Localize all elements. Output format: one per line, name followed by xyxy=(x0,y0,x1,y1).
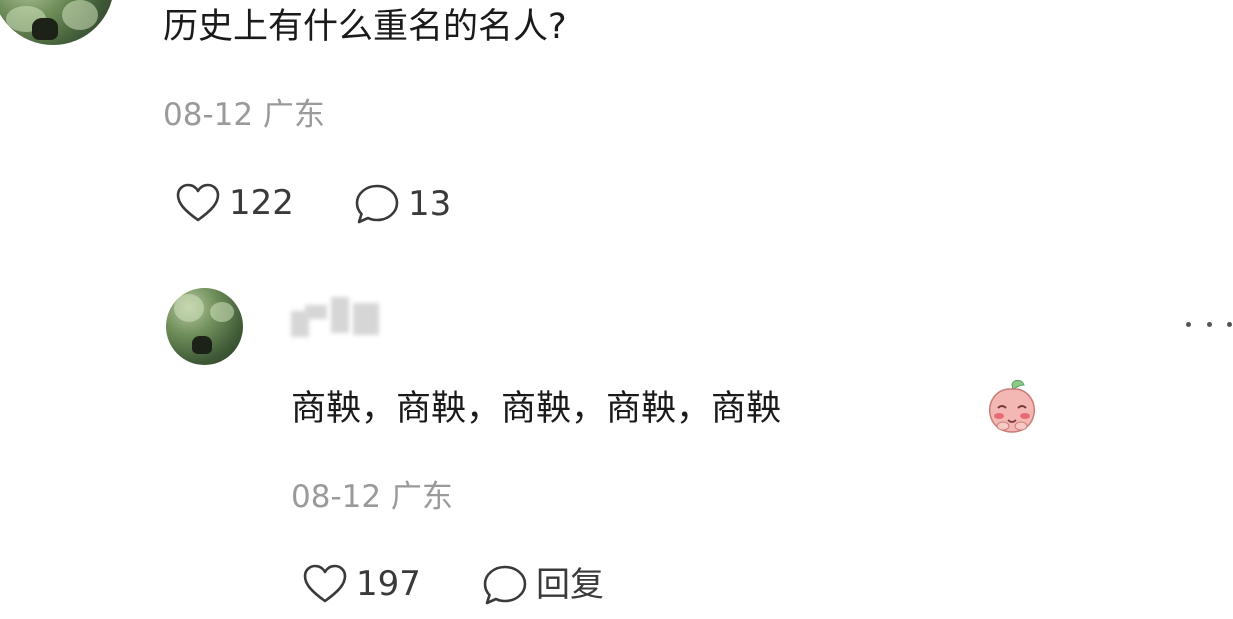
reply-count: 13 xyxy=(408,184,452,224)
comment-meta: 08-12 广东 xyxy=(163,97,325,133)
reply-like-count: 197 xyxy=(356,564,421,604)
like-count: 122 xyxy=(229,183,294,223)
more-dots-icon[interactable] xyxy=(1186,316,1232,332)
speech-bubble-icon xyxy=(355,184,399,224)
comment-text: 历史上有什么重名的名人? xyxy=(163,7,567,47)
comment-thread: 历史上有什么重名的名人? 08-12 广东 122 13 商鞅，商鞅，商鞅，商鞅… xyxy=(0,0,1233,619)
replier-avatar[interactable] xyxy=(166,288,243,365)
speech-bubble-icon xyxy=(483,565,527,605)
reply-count-button[interactable]: 13 xyxy=(354,183,451,225)
like-button[interactable]: 122 xyxy=(175,183,294,223)
commenter-avatar[interactable] xyxy=(0,0,114,45)
reply-like-button[interactable]: 197 xyxy=(302,564,421,604)
replier-name-redacted[interactable] xyxy=(291,293,383,339)
blushing-peach-emoji xyxy=(988,379,1036,433)
heart-outline-icon xyxy=(303,564,347,603)
reply-label: 回复 xyxy=(536,565,604,605)
heart-outline-icon xyxy=(176,183,220,222)
reply-meta: 08-12 广东 xyxy=(291,479,453,515)
reply-button[interactable]: 回复 xyxy=(482,564,604,606)
reply-text: 商鞅，商鞅，商鞅，商鞅，商鞅 xyxy=(291,389,782,429)
